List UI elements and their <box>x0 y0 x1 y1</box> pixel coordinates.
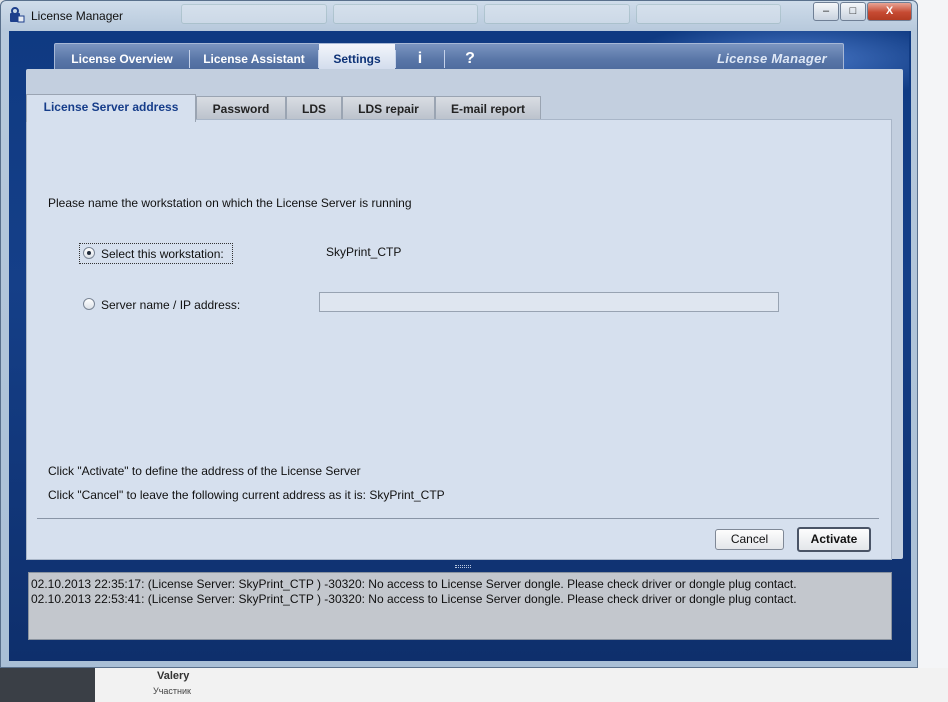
radio-this-workstation-label[interactable]: Select this workstation: <box>101 247 224 261</box>
minimize-button[interactable]: – <box>813 2 839 21</box>
radio-this-workstation[interactable] <box>83 247 95 259</box>
cancel-button[interactable]: Cancel <box>715 529 784 550</box>
workstation-prompt: Please name the workstation on which the… <box>48 196 412 210</box>
workstation-name-value: SkyPrint_CTP <box>326 245 402 259</box>
server-name-input[interactable] <box>319 292 779 312</box>
message-log[interactable]: 02.10.2013 22:35:17: (License Server: Sk… <box>28 572 892 640</box>
radio-server-name[interactable] <box>83 298 95 310</box>
tab-email-report[interactable]: E-mail report <box>435 96 541 121</box>
background-footer <box>95 668 948 702</box>
background-page <box>916 0 948 702</box>
radio-server-name-label[interactable]: Server name / IP address: <box>101 298 240 312</box>
log-entry: 02.10.2013 22:53:41: (License Server: Sk… <box>31 592 797 606</box>
tab-lds[interactable]: LDS <box>286 96 342 121</box>
activate-button[interactable]: Activate <box>797 527 871 552</box>
tab-password[interactable]: Password <box>196 96 286 121</box>
background-user-name: Valery <box>157 670 190 682</box>
license-manager-app-icon <box>10 7 25 23</box>
divider <box>37 518 879 519</box>
background-user-role: Участник <box>153 686 191 696</box>
tab-license-server-address[interactable]: License Server address <box>26 94 196 122</box>
activate-hint: Click "Activate" to define the address o… <box>48 464 361 478</box>
splitter-handle[interactable] <box>455 565 471 568</box>
window-title: License Manager <box>31 9 124 23</box>
log-entry: 02.10.2013 22:35:17: (License Server: Sk… <box>31 577 797 591</box>
title-bar[interactable]: License Manager – □ X <box>1 1 917 31</box>
background-taskbar-ghost <box>181 4 781 24</box>
maximize-button[interactable]: □ <box>840 2 866 21</box>
cancel-hint: Click "Cancel" to leave the following cu… <box>48 488 445 502</box>
close-button[interactable]: X <box>867 2 912 21</box>
tab-lds-repair[interactable]: LDS repair <box>342 96 435 121</box>
background-sidebar <box>0 668 95 702</box>
tab-content: Please name the workstation on which the… <box>26 119 892 560</box>
